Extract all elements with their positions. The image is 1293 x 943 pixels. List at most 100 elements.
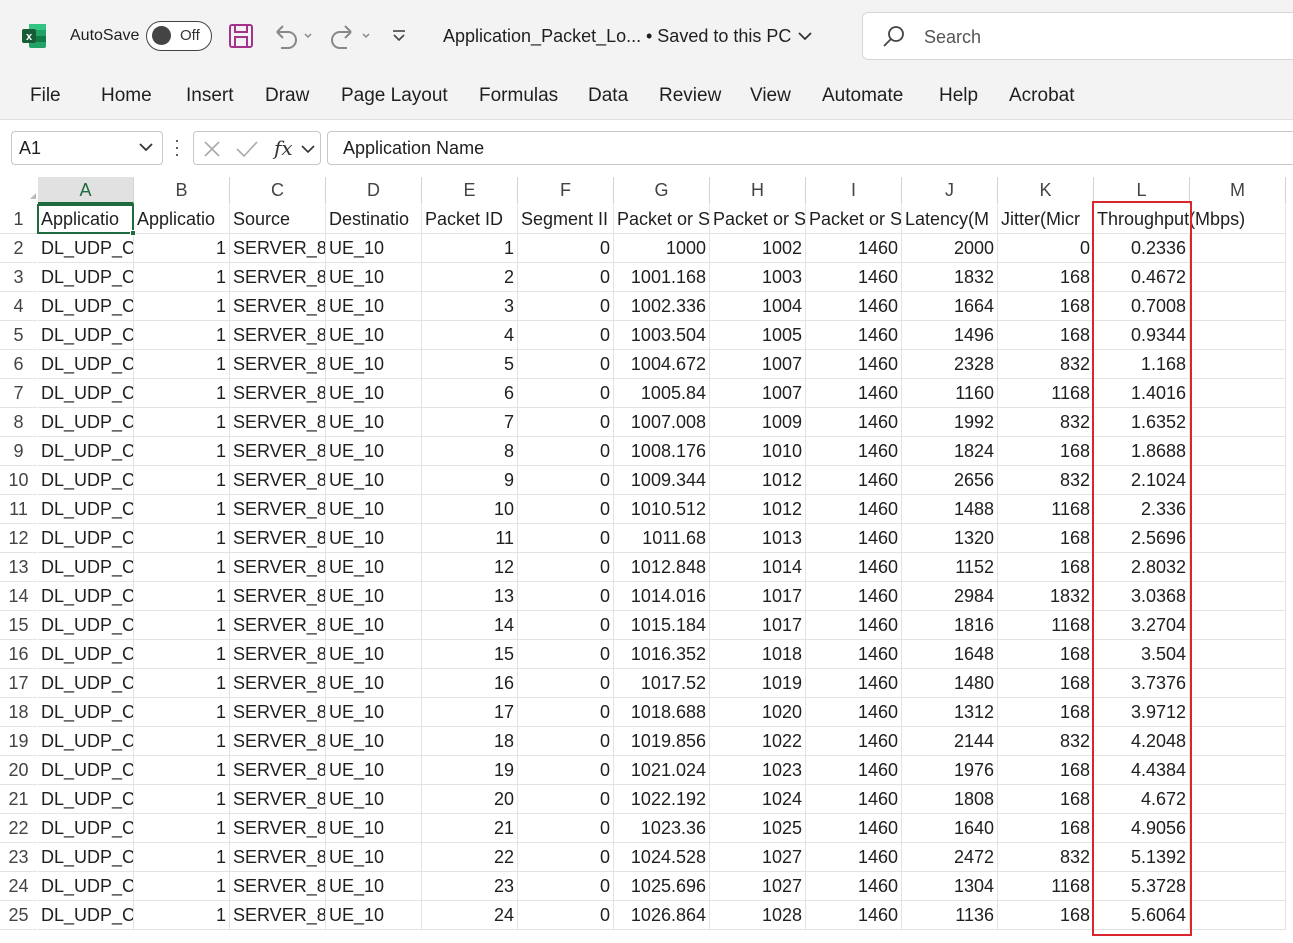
cell-l24[interactable]: 5.3728 [1094,872,1190,901]
redo-icon[interactable] [329,22,373,50]
cell-j24[interactable]: 1304 [902,872,998,901]
cell-j15[interactable]: 1816 [902,611,998,640]
column-header-j[interactable]: J [902,177,998,204]
cell-a16[interactable]: DL_UDP_C [38,640,134,669]
cell-g4[interactable]: 1002.336 [614,292,710,321]
cell-g23[interactable]: 1024.528 [614,843,710,872]
select-all-corner[interactable] [0,175,37,204]
cell-d10[interactable]: UE_10 [326,466,422,495]
cell-d21[interactable]: UE_10 [326,785,422,814]
cell-j22[interactable]: 1640 [902,814,998,843]
cell-f11[interactable]: 0 [518,495,614,524]
cell-m6[interactable] [1190,350,1286,379]
row-header-11[interactable]: 11 [0,495,37,524]
cell-j20[interactable]: 1976 [902,756,998,785]
cell-g10[interactable]: 1009.344 [614,466,710,495]
cell-h13[interactable]: 1014 [710,553,806,582]
cell-j9[interactable]: 1824 [902,437,998,466]
cell-a7[interactable]: DL_UDP_C [38,379,134,408]
cell-k23[interactable]: 832 [998,843,1094,872]
column-header-e[interactable]: E [422,177,518,204]
tab-page-layout[interactable]: Page Layout [341,85,448,107]
cell-f19[interactable]: 0 [518,727,614,756]
header-cell-l[interactable]: Throughput(Mbps) [1094,205,1245,234]
tab-data[interactable]: Data [588,85,628,107]
cell-d17[interactable]: UE_10 [326,669,422,698]
cell-e4[interactable]: 3 [422,292,518,321]
cell-i18[interactable]: 1460 [806,698,902,727]
cell-g9[interactable]: 1008.176 [614,437,710,466]
cell-l7[interactable]: 1.4016 [1094,379,1190,408]
cell-b15[interactable]: 1 [134,611,230,640]
tab-review[interactable]: Review [659,85,721,107]
cell-k12[interactable]: 168 [998,524,1094,553]
cell-e16[interactable]: 15 [422,640,518,669]
row-header-20[interactable]: 20 [0,756,37,785]
cell-l25[interactable]: 5.6064 [1094,901,1190,930]
cell-g12[interactable]: 1011.68 [614,524,710,553]
cell-h21[interactable]: 1024 [710,785,806,814]
row-header-10[interactable]: 10 [0,466,37,495]
cell-g18[interactable]: 1018.688 [614,698,710,727]
cell-g11[interactable]: 1010.512 [614,495,710,524]
cell-f2[interactable]: 0 [518,234,614,263]
cell-e15[interactable]: 14 [422,611,518,640]
cell-a4[interactable]: DL_UDP_C [38,292,134,321]
cell-i2[interactable]: 1460 [806,234,902,263]
column-header-c[interactable]: C [230,177,326,204]
cell-j2[interactable]: 2000 [902,234,998,263]
cell-b20[interactable]: 1 [134,756,230,785]
cell-i7[interactable]: 1460 [806,379,902,408]
row-header-4[interactable]: 4 [0,292,37,321]
cell-e13[interactable]: 12 [422,553,518,582]
cell-m2[interactable] [1190,234,1286,263]
cell-b17[interactable]: 1 [134,669,230,698]
cell-k18[interactable]: 168 [998,698,1094,727]
cell-l3[interactable]: 0.4672 [1094,263,1190,292]
save-icon[interactable] [228,22,254,50]
cell-d23[interactable]: UE_10 [326,843,422,872]
row-header-2[interactable]: 2 [0,234,37,263]
cell-c19[interactable]: SERVER_8 [230,727,326,756]
cell-k5[interactable]: 168 [998,321,1094,350]
fill-handle[interactable] [130,230,136,236]
cell-i22[interactable]: 1460 [806,814,902,843]
cell-f5[interactable]: 0 [518,321,614,350]
cell-e3[interactable]: 2 [422,263,518,292]
cell-l16[interactable]: 3.504 [1094,640,1190,669]
cell-k4[interactable]: 168 [998,292,1094,321]
cell-d7[interactable]: UE_10 [326,379,422,408]
cell-h3[interactable]: 1003 [710,263,806,292]
cell-g20[interactable]: 1021.024 [614,756,710,785]
cell-m9[interactable] [1190,437,1286,466]
cell-g24[interactable]: 1025.696 [614,872,710,901]
cell-l23[interactable]: 5.1392 [1094,843,1190,872]
cell-h25[interactable]: 1028 [710,901,806,930]
cell-b13[interactable]: 1 [134,553,230,582]
cell-g17[interactable]: 1017.52 [614,669,710,698]
cell-c21[interactable]: SERVER_8 [230,785,326,814]
cell-h22[interactable]: 1025 [710,814,806,843]
cell-c11[interactable]: SERVER_8 [230,495,326,524]
cell-i21[interactable]: 1460 [806,785,902,814]
cell-g25[interactable]: 1026.864 [614,901,710,930]
cell-j12[interactable]: 1320 [902,524,998,553]
cell-c4[interactable]: SERVER_8 [230,292,326,321]
cell-d3[interactable]: UE_10 [326,263,422,292]
customize-toolbar-icon[interactable] [390,22,408,50]
cell-h5[interactable]: 1005 [710,321,806,350]
cell-i23[interactable]: 1460 [806,843,902,872]
row-header-16[interactable]: 16 [0,640,37,669]
cell-b18[interactable]: 1 [134,698,230,727]
cell-h10[interactable]: 1012 [710,466,806,495]
cell-l20[interactable]: 4.4384 [1094,756,1190,785]
cell-f21[interactable]: 0 [518,785,614,814]
undo-icon[interactable] [271,22,313,50]
cell-c7[interactable]: SERVER_8 [230,379,326,408]
cell-d16[interactable]: UE_10 [326,640,422,669]
cell-d6[interactable]: UE_10 [326,350,422,379]
cell-m3[interactable] [1190,263,1286,292]
cell-d2[interactable]: UE_10 [326,234,422,263]
tab-view[interactable]: View [750,85,791,107]
cell-e25[interactable]: 24 [422,901,518,930]
